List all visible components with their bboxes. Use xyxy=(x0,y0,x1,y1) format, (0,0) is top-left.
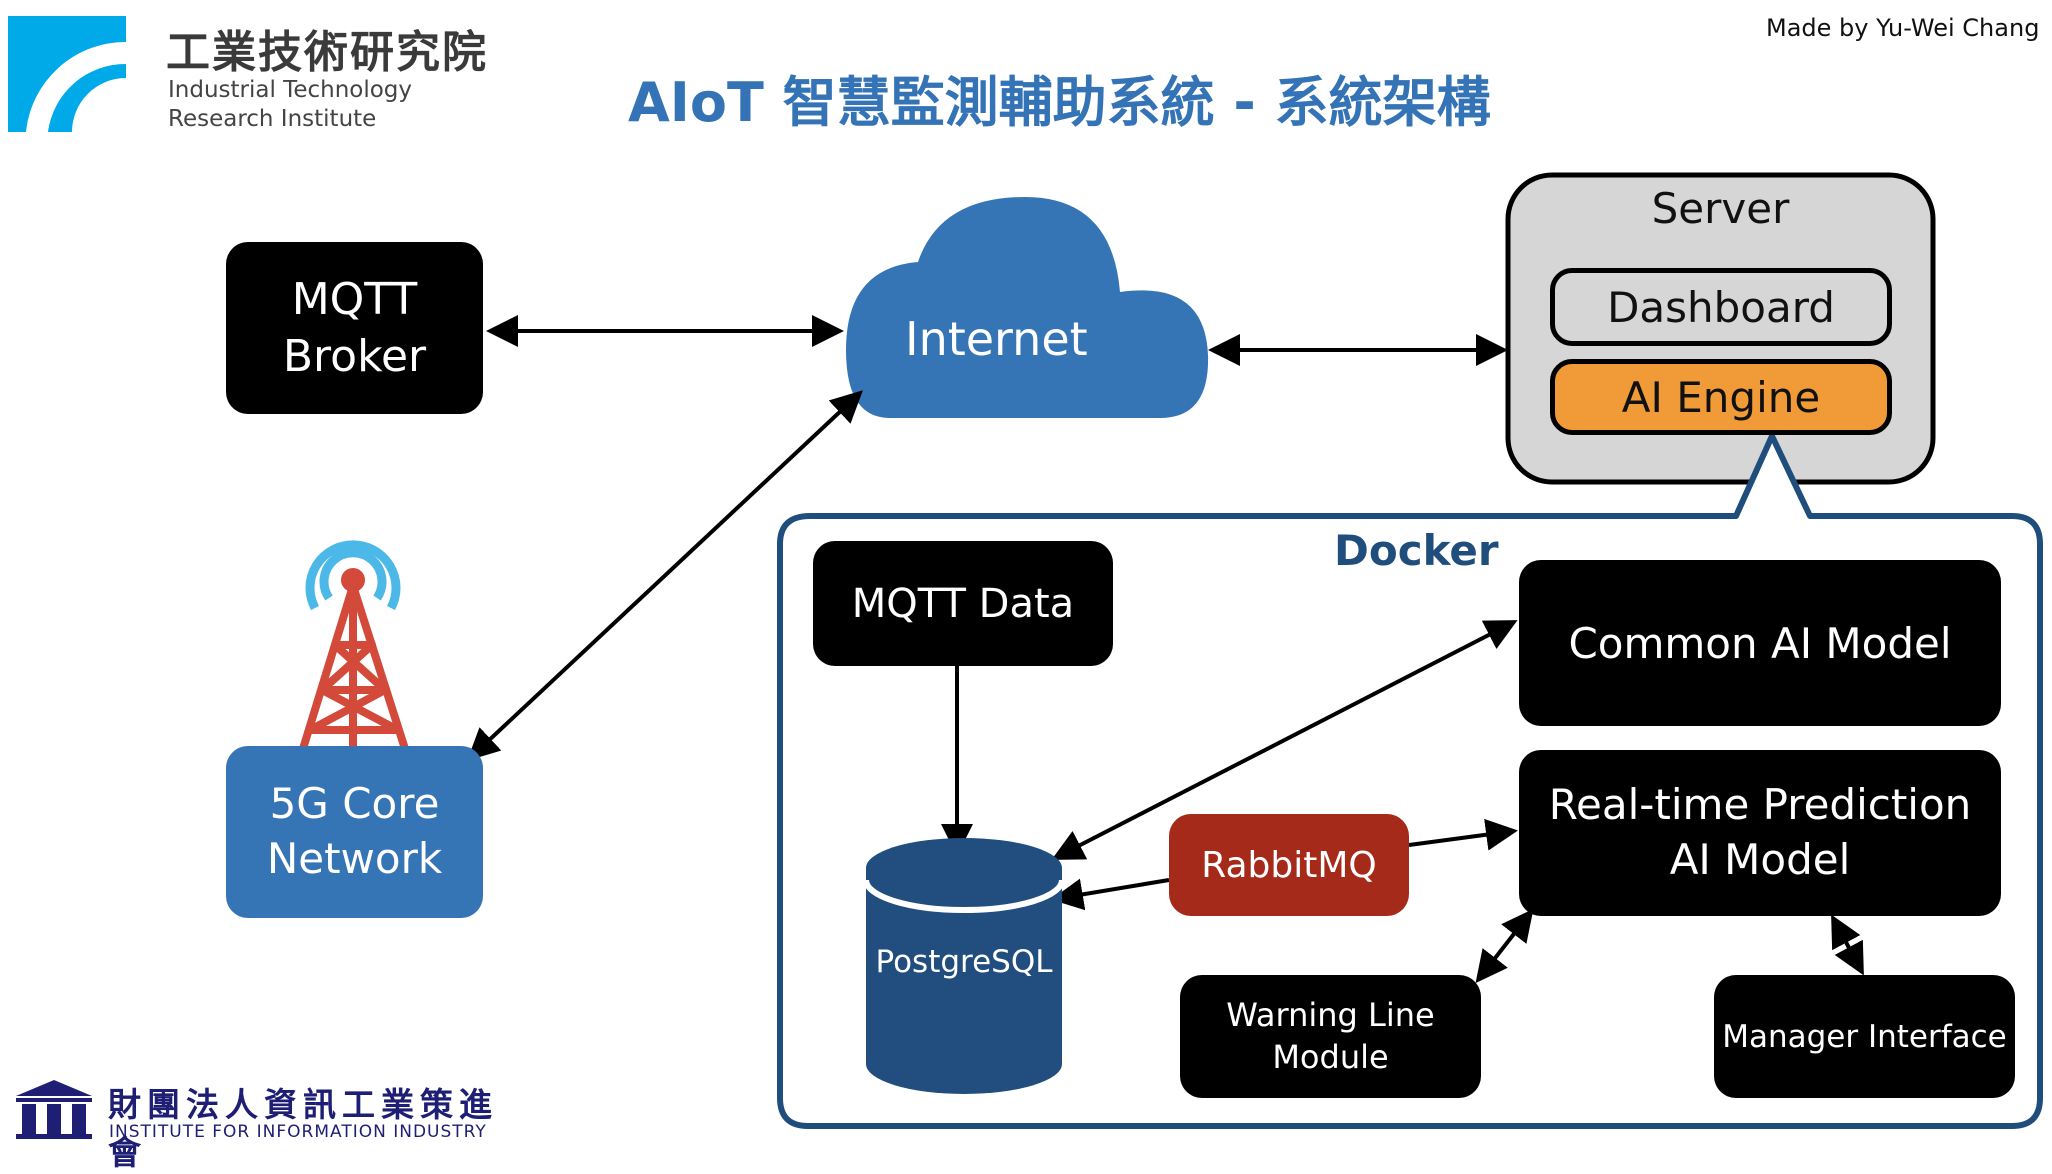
iii-temple-logo-icon xyxy=(16,1080,92,1139)
edge-rabbit-postgres xyxy=(1051,878,1170,911)
mqtt-data-label: MQTT Data xyxy=(851,580,1075,627)
manager-interface-node[interactable]: Manager Interface xyxy=(1714,975,2015,1098)
manager-interface-label: Manager Interface xyxy=(1722,1018,2007,1055)
cell-tower-icon xyxy=(298,540,410,756)
warning-line-node[interactable]: Warning Line Module xyxy=(1180,975,1481,1098)
common-ai-model-node[interactable]: Common AI Model xyxy=(1519,560,2001,726)
postgresql-label[interactable]: PostgreSQL xyxy=(866,944,1062,980)
edge-rabbit-realtime xyxy=(1408,818,1518,851)
docker-title: Docker xyxy=(1334,526,1499,575)
dashboard-label: Dashboard xyxy=(1607,282,1835,332)
page-title: AIoT 智慧監測輔助系統 - 系統架構 xyxy=(628,71,1491,134)
internet-cloud xyxy=(846,197,1209,418)
itri-logo: 工業技術研究院 Industrial Technology Research I… xyxy=(8,16,528,136)
rabbitmq-node[interactable]: RabbitMQ xyxy=(1169,814,1409,916)
server-title: Server xyxy=(1651,184,1790,233)
edge-realtime-warning xyxy=(1475,908,1534,984)
warning-line-label: Warning Line Module xyxy=(1226,995,1435,1076)
itri-name-en-line1: Industrial Technology xyxy=(168,77,413,103)
mqtt-broker-label: MQTT Broker xyxy=(282,273,427,382)
5g-core-label: 5G Core Network xyxy=(266,779,443,883)
ai-engine-label: AI Engine xyxy=(1621,372,1821,422)
mqtt-broker-node[interactable]: MQTT Broker xyxy=(226,242,483,414)
itri-logo-icon xyxy=(8,16,126,132)
internet-label: Internet xyxy=(905,312,1088,366)
5g-core-node[interactable]: 5G Core Network xyxy=(226,746,483,918)
itri-name-cn: 工業技術研究院 xyxy=(166,27,488,78)
itri-name-en-line2: Research Institute xyxy=(168,106,377,132)
edge-realtime-manager xyxy=(1831,914,1864,976)
iii-logo: 財團法人資訊工業策進會 INSTITUTE FOR INFORMATION IN… xyxy=(14,1078,534,1172)
mqtt-data-node[interactable]: MQTT Data xyxy=(813,541,1113,666)
rabbitmq-label: RabbitMQ xyxy=(1201,844,1377,886)
author-credit: Made by Yu-Wei Chang xyxy=(1766,14,2040,42)
dashboard-node[interactable]: Dashboard xyxy=(1550,268,1892,346)
edge-internet-5g xyxy=(467,390,863,761)
ai-engine-node[interactable]: AI Engine xyxy=(1550,359,1892,435)
iii-name-en: INSTITUTE FOR INFORMATION INDUSTRY xyxy=(109,1122,487,1142)
realtime-prediction-node[interactable]: Real-time Prediction AI Model xyxy=(1519,750,2001,916)
realtime-prediction-label: Real-time Prediction AI Model xyxy=(1548,780,1972,884)
common-ai-model-label: Common AI Model xyxy=(1568,618,1952,668)
